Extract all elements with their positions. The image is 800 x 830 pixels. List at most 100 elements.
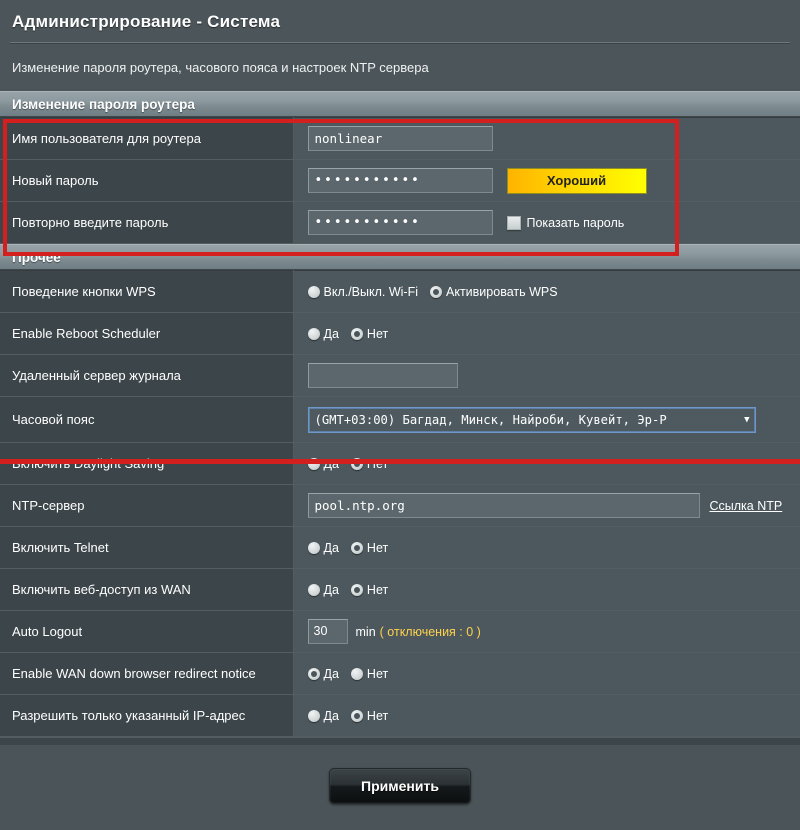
- section-header-other: Прочее: [0, 244, 800, 270]
- radio-option-webwan-yes[interactable]: Да: [307, 582, 339, 597]
- table-bottom-cap: [0, 737, 800, 745]
- label-telnet: Включить Telnet: [0, 526, 294, 569]
- auto-logout-unit: min: [355, 624, 376, 639]
- radio-icon-selected[interactable]: [307, 667, 320, 680]
- value-telnet: Да Нет: [293, 526, 800, 569]
- page-subtitle: Изменение пароля роутера, часового пояса…: [12, 60, 429, 75]
- radio-icon[interactable]: [307, 541, 320, 554]
- show-password-checkbox[interactable]: [506, 215, 521, 230]
- radio-option-webwan-no[interactable]: Нет: [350, 582, 389, 597]
- label-auto-logout: Auto Logout: [0, 610, 294, 653]
- remote-log-server-input[interactable]: [307, 363, 458, 388]
- radio-option-telnet-yes[interactable]: Да: [307, 540, 339, 555]
- radio-icon-selected[interactable]: [350, 709, 363, 722]
- radio-option-reboot-yes[interactable]: Да: [307, 326, 339, 341]
- value-daylight-saving: Да Нет: [293, 442, 800, 485]
- password-strength-badge: Хороший: [506, 167, 647, 194]
- table-row-remote-log-server: Удаленный сервер журнала: [0, 354, 800, 397]
- other-settings-table: Поведение кнопки WPS Вкл./Выкл. Wi-Fi Ак…: [0, 270, 800, 737]
- ntp-link[interactable]: Ссылка NTP: [710, 499, 783, 513]
- value-ntp-server: pool.ntp.org Ссылка NTP: [293, 484, 800, 527]
- radio-icon[interactable]: [350, 667, 363, 680]
- table-row-telnet: Включить Telnet Да Нет: [0, 526, 800, 569]
- radio-option-telnet-no[interactable]: Нет: [350, 540, 389, 555]
- value-wps-behaviour: Вкл./Выкл. Wi-Fi Активировать WPS: [293, 270, 800, 313]
- new-password-input[interactable]: •••••••••••: [307, 168, 493, 193]
- apply-button[interactable]: Применить: [329, 768, 471, 804]
- value-remote-log-server: [293, 354, 800, 397]
- table-row-retype-password: Повторно введите пароль ••••••••••• Пока…: [0, 201, 800, 244]
- ntp-server-input[interactable]: pool.ntp.org: [307, 493, 700, 518]
- label-wan-down-redirect: Enable WAN down browser redirect notice: [0, 652, 294, 695]
- admin-system-page: Администрирование - Система Изменение па…: [0, 0, 800, 830]
- value-auto-logout: 30 min ( отключения : 0 ): [293, 610, 800, 653]
- label-allow-specified-ip: Разрешить только указанный IP-адрес: [0, 694, 294, 737]
- password-settings-table: Имя пользователя для роутера nonlinear Н…: [0, 117, 800, 244]
- radio-label: Нет: [366, 666, 389, 681]
- table-row-wan-down-redirect: Enable WAN down browser redirect notice …: [0, 652, 800, 695]
- radio-label: Вкл./Выкл. Wi-Fi: [323, 284, 419, 299]
- table-row-reboot-scheduler: Enable Reboot Scheduler Да Нет: [0, 312, 800, 355]
- radio-icon-selected[interactable]: [430, 285, 443, 298]
- value-reboot-scheduler: Да Нет: [293, 312, 800, 355]
- radio-option-allowip-yes[interactable]: Да: [307, 709, 339, 723]
- radio-option-allowip-no[interactable]: Нет: [350, 708, 389, 723]
- radio-option-daylight-yes[interactable]: Да: [307, 456, 339, 471]
- radio-icon-selected[interactable]: [350, 457, 363, 470]
- table-row-web-access-wan: Включить веб-доступ из WAN Да Нет: [0, 568, 800, 611]
- timezone-select[interactable]: (GMT+03:00) Багдад, Минск, Найроби, Куве…: [307, 406, 756, 433]
- radio-option-wandown-no[interactable]: Нет: [350, 666, 389, 681]
- radio-label: Да: [323, 666, 339, 681]
- show-password-label: Показать пароль: [526, 215, 625, 230]
- table-row-allow-specified-ip: Разрешить только указанный IP-адрес Да Н…: [0, 694, 800, 737]
- radio-icon[interactable]: [307, 709, 320, 722]
- value-web-access-wan: Да Нет: [293, 568, 800, 611]
- table-row-username: Имя пользователя для роутера nonlinear: [0, 117, 800, 160]
- label-ntp-server: NTP-сервер: [0, 484, 294, 527]
- value-timezone: (GMT+03:00) Багдад, Минск, Найроби, Куве…: [293, 396, 800, 443]
- radio-icon[interactable]: [307, 285, 320, 298]
- value-retype-password: ••••••••••• Показать пароль: [293, 201, 800, 244]
- retype-password-input[interactable]: •••••••••••: [307, 210, 493, 235]
- radio-icon[interactable]: [307, 327, 320, 340]
- radio-icon-selected[interactable]: [350, 541, 363, 554]
- radio-label: Да: [323, 582, 339, 597]
- table-row-ntp-server: NTP-сервер pool.ntp.org Ссылка NTP: [0, 484, 800, 527]
- radio-label: Да: [323, 540, 339, 555]
- table-row-new-password: Новый пароль ••••••••••• Хороший: [0, 159, 800, 202]
- radio-option-wps-wifi-toggle[interactable]: Вкл./Выкл. Wi-Fi: [307, 284, 419, 299]
- chevron-down-icon[interactable]: ▼: [744, 408, 749, 432]
- value-new-password: ••••••••••• Хороший: [293, 159, 800, 202]
- label-wps-behaviour: Поведение кнопки WPS: [0, 270, 294, 313]
- radio-icon[interactable]: [307, 583, 320, 596]
- table-row-auto-logout: Auto Logout 30 min ( отключения : 0 ): [0, 610, 800, 653]
- label-daylight-saving: Включить Daylight Saving: [0, 442, 294, 485]
- label-new-password: Новый пароль: [0, 159, 294, 202]
- radio-label: Активировать WPS: [446, 284, 558, 299]
- table-row-daylight-saving: Включить Daylight Saving Да Нет: [0, 442, 800, 485]
- radio-option-daylight-no[interactable]: Нет: [350, 457, 388, 471]
- label-username: Имя пользователя для роутера: [0, 117, 294, 160]
- timezone-select-value: (GMT+03:00) Багдад, Минск, Найроби, Куве…: [314, 412, 667, 427]
- radio-option-reboot-no[interactable]: Нет: [350, 326, 389, 341]
- radio-icon-selected[interactable]: [350, 327, 363, 340]
- radio-label: Нет: [366, 540, 389, 555]
- value-wan-down-redirect: Да Нет: [293, 652, 800, 695]
- value-allow-specified-ip: Да Нет: [293, 694, 800, 737]
- radio-icon[interactable]: [307, 457, 320, 470]
- radio-label: Да: [323, 326, 339, 341]
- label-web-access-wan: Включить веб-доступ из WAN: [0, 568, 294, 611]
- radio-label: Нет: [366, 582, 389, 597]
- radio-option-wandown-yes[interactable]: Да: [307, 666, 339, 681]
- username-input[interactable]: nonlinear: [307, 126, 493, 151]
- radio-label: Нет: [366, 326, 389, 341]
- auto-logout-input[interactable]: 30: [307, 619, 348, 644]
- radio-icon-selected[interactable]: [350, 583, 363, 596]
- radio-label: Нет: [366, 708, 389, 723]
- label-timezone: Часовой пояс: [0, 396, 294, 443]
- label-remote-log-server: Удаленный сервер журнала: [0, 354, 294, 397]
- radio-option-wps-activate[interactable]: Активировать WPS: [430, 285, 558, 299]
- radio-label: Да: [323, 456, 339, 471]
- table-row-wps-behaviour: Поведение кнопки WPS Вкл./Выкл. Wi-Fi Ак…: [0, 270, 800, 313]
- value-username: nonlinear: [293, 117, 800, 160]
